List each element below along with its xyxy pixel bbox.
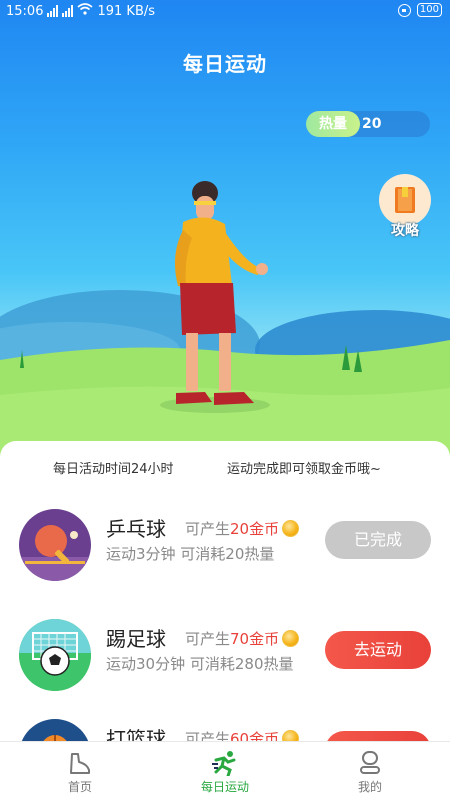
cell-signal-icon (62, 5, 74, 17)
bottom-tab-bar: 首页 每日运动 我的 (0, 741, 450, 800)
reward-amount: 70金币 (230, 630, 280, 648)
tab-label: 首页 (67, 780, 92, 794)
guide-button[interactable]: 攻略 (379, 174, 431, 240)
list-item: 乒乓球 可产生 20金币 运动3分钟 可消耗20热量 已完成 (0, 501, 450, 591)
tab-label: 我的 (357, 780, 382, 794)
activity-time-tip: 每日活动时间24小时 (53, 462, 174, 477)
cell-signal-icon (47, 5, 59, 17)
activity-reward: 可产生 20金币 (185, 518, 300, 539)
coin-icon (282, 730, 300, 741)
reward-prefix: 可产生 (185, 730, 231, 741)
reward-prefix: 可产生 (185, 630, 231, 648)
list-item: 踢足球 可产生 70金币 运动30分钟 可消耗280热量 去运动 (0, 611, 450, 701)
start-exercise-button[interactable]: 去运动 (325, 631, 431, 669)
network-speed: 191 KB/s (97, 3, 156, 19)
coin-icon (282, 630, 300, 647)
activity-reward: 可产生 70金币 (185, 628, 300, 649)
clock: 15:06 (6, 3, 44, 19)
start-exercise-button[interactable] (325, 731, 431, 741)
tab-label: 每日运动 (200, 780, 249, 794)
wifi-icon (77, 3, 93, 19)
activity-desc: 运动30分钟 可消耗280热量 (106, 655, 294, 673)
ping-pong-icon (19, 509, 91, 581)
rotation-lock-icon (397, 3, 411, 17)
status-bar: 15:06 191 KB/s 100 (0, 0, 450, 22)
list-item: 打篮球 可产生 60金币 (0, 711, 450, 741)
person-icon (360, 751, 380, 774)
soccer-icon (19, 619, 91, 691)
activity-desc: 运动3分钟 可消耗20热量 (106, 545, 275, 563)
shoe-icon (70, 753, 90, 774)
book-icon (395, 187, 415, 213)
tab-daily-exercise[interactable]: 每日运动 (185, 748, 265, 795)
reward-prefix: 可产生 (185, 520, 231, 538)
calories-value: 20 (362, 116, 382, 132)
activity-sheet: 每日活动时间24小时 运动完成即可领取金币哦~ 乒乓球 可产生 20金币 运动3分… (0, 441, 450, 741)
activity-name: 踢足球 (106, 627, 166, 651)
runner-icon (212, 751, 236, 776)
battery-icon: 100 (416, 3, 442, 17)
activity-name: 打篮球 (106, 727, 166, 741)
basketball-icon (19, 719, 91, 741)
reward-amount: 20金币 (230, 520, 280, 538)
calories-pill: 热量 20 (306, 111, 430, 137)
coin-icon (282, 520, 300, 537)
tab-home[interactable]: 首页 (40, 748, 120, 795)
completed-button[interactable]: 已完成 (325, 521, 431, 559)
reward-tip: 运动完成即可领取金币哦~ (227, 462, 381, 477)
hero-banner: 15:06 191 KB/s 100 每日运动 热量 20 攻略 (0, 0, 450, 470)
reward-amount: 60金币 (230, 730, 280, 741)
activity-reward: 可产生 60金币 (185, 728, 300, 741)
tab-mine[interactable]: 我的 (330, 748, 410, 795)
calories-label: 热量 (306, 111, 360, 137)
activity-name: 乒乓球 (106, 517, 166, 541)
page-title: 每日运动 (183, 52, 267, 76)
guide-label: 攻略 (391, 223, 419, 239)
